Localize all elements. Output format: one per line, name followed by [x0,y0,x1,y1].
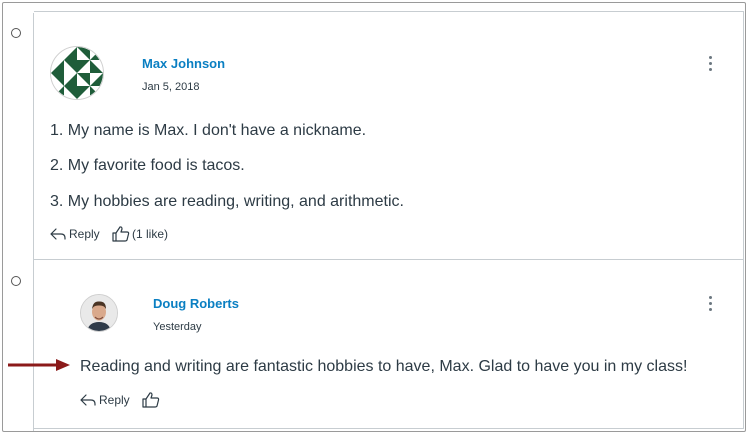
discussion-entry: Max Johnson Jan 5, 2018 1. My name is Ma… [34,11,744,261]
reply-arrow-icon [50,228,66,240]
person-photo-icon [81,295,117,331]
options-menu-icon[interactable] [704,295,716,313]
thumbs-up-icon [112,226,130,242]
reply-button[interactable]: Reply [79,393,130,407]
avatar[interactable] [50,46,104,100]
geometric-pattern-icon [51,47,103,99]
entry-marker [11,28,21,38]
author-name-link[interactable]: Max Johnson [142,56,225,71]
discussion-thread: Max Johnson Jan 5, 2018 1. My name is Ma… [2,2,746,432]
options-menu-icon[interactable] [704,55,716,73]
annotation-arrow-icon [8,359,70,371]
entry-message-line: 1. My name is Max. I don't have a nickna… [50,122,367,139]
entry-message-line: 2. My favorite food is tacos. [50,157,245,174]
post-date: Yesterday [153,321,202,333]
reply-label: Reply [69,227,100,241]
author-name-link[interactable]: Doug Roberts [153,296,239,311]
like-button[interactable]: (1 like) [111,225,168,243]
reply-button[interactable]: Reply [49,227,100,241]
like-button[interactable] [141,391,161,409]
reply-arrow-icon [80,394,96,406]
entry-message-line: 3. My hobbies are reading, writing, and … [50,193,404,210]
discussion-reply: Doug Roberts Yesterday Reading and writi… [34,259,744,429]
reply-message: Reading and writing are fantastic hobbie… [80,358,688,375]
post-date: Jan 5, 2018 [142,81,200,93]
reply-label: Reply [99,393,130,407]
thumbs-up-icon [142,392,160,408]
like-count: (1 like) [132,227,169,241]
entry-marker [11,276,21,286]
avatar[interactable] [80,294,118,332]
